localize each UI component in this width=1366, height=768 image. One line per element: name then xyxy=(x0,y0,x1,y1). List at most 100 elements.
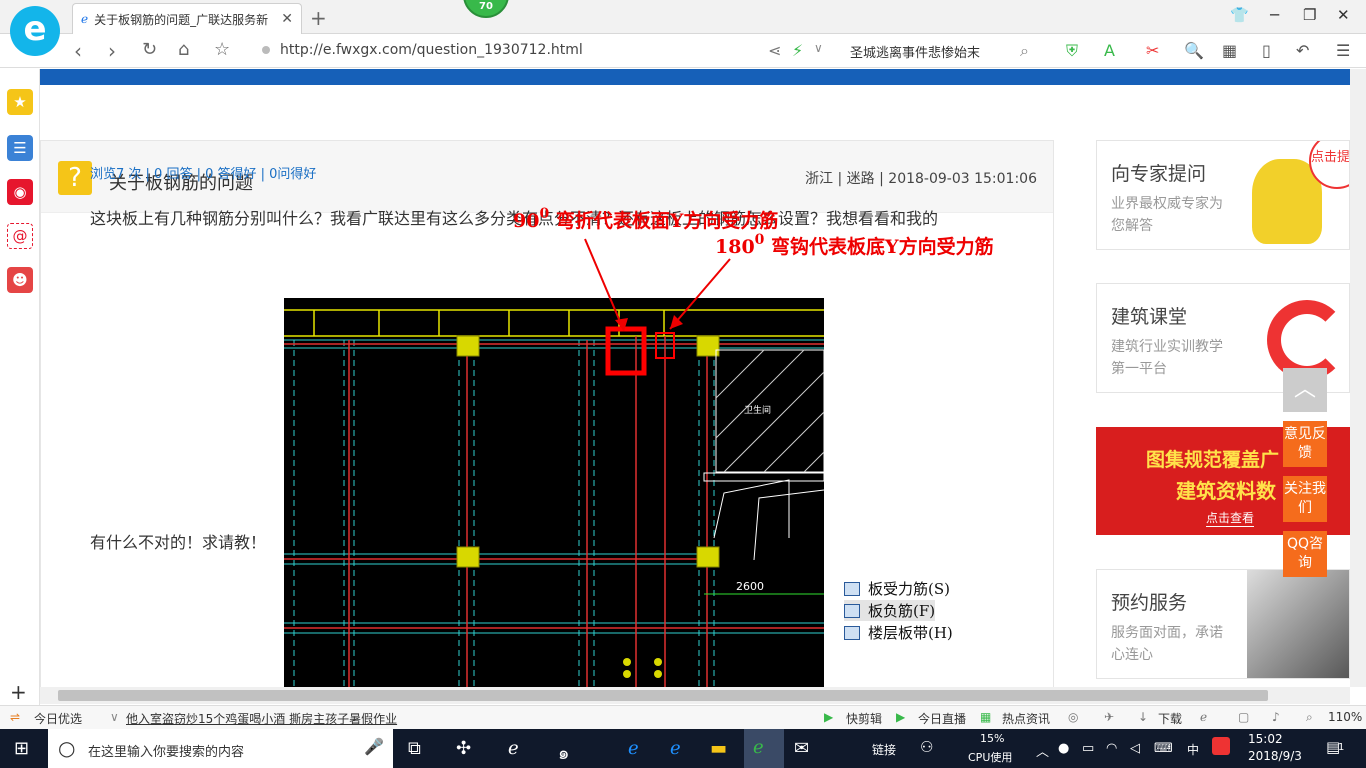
back-icon[interactable]: ‹ xyxy=(74,39,82,63)
shield-icon[interactable]: ⛨ xyxy=(1066,41,1078,61)
ie-icon: ℯ xyxy=(81,12,89,26)
wifi-icon[interactable]: ◠ xyxy=(1106,741,1117,756)
pin-icon[interactable]: ✈ xyxy=(1104,710,1114,724)
card-appointment[interactable]: 预约服务 服务面对面，承诺心连心 xyxy=(1096,569,1350,679)
refresh-icon[interactable]: ↻ xyxy=(142,39,157,60)
search-input[interactable]: 圣城逃离事件悲惨始末 xyxy=(850,42,1040,61)
weibo-icon[interactable]: ◉ xyxy=(7,179,33,205)
feedback-button[interactable]: 意见反馈 xyxy=(1283,421,1327,467)
browser-tab[interactable]: ℯ 关于板钢筋的问题_广联达服务新 ✕ xyxy=(72,3,302,34)
file-explorer-icon[interactable]: ▬ xyxy=(710,738,727,759)
add-sidebar-icon[interactable]: + xyxy=(10,680,27,704)
browser-logo-icon[interactable]: e xyxy=(10,6,60,56)
news-chevron-icon[interactable]: ∨ xyxy=(110,710,119,724)
mute-icon[interactable]: ♪ xyxy=(1272,710,1280,724)
close-window-button[interactable]: ✕ xyxy=(1337,6,1350,24)
vertical-scrollbar[interactable] xyxy=(1350,69,1366,687)
volume-icon[interactable]: ◁ xyxy=(1130,741,1140,756)
edge-icon[interactable]: ℯ xyxy=(628,738,639,759)
news-ticker[interactable]: 他入室盗窃炒15个鸡蛋喝小酒 撕房主孩子暑假作业 xyxy=(126,710,397,727)
cpu-percent: 15% xyxy=(980,732,1005,745)
score-badge[interactable]: 70 xyxy=(463,0,509,18)
share-icon[interactable]: ⋖ xyxy=(768,41,781,60)
sogou-icon[interactable] xyxy=(1212,737,1230,755)
translate-icon[interactable]: A xyxy=(1104,41,1115,60)
shirt-icon[interactable]: 👕 xyxy=(1230,6,1249,24)
qq-consult-button[interactable]: QQ咨询 xyxy=(1283,531,1327,577)
news-icon[interactable]: ☰ xyxy=(7,135,33,161)
people-icon[interactable]: ⚇ xyxy=(920,738,933,756)
internet-explorer-icon[interactable]: ℯ xyxy=(670,738,681,759)
home-icon[interactable]: ⌂ xyxy=(178,39,189,60)
taskbar-search-box[interactable]: ○ 在这里输入你要搜索的内容 🎤 xyxy=(48,729,393,768)
new-tab-button[interactable]: + xyxy=(310,6,327,30)
active-browser-task[interactable]: ℯ xyxy=(744,729,784,768)
game-icon[interactable]: ☻ xyxy=(7,267,33,293)
legend-item-floor-band[interactable]: 楼层板带(H) xyxy=(844,622,953,643)
favorite-star-icon[interactable]: ☆ xyxy=(214,39,230,60)
speed-icon[interactable]: ◎ xyxy=(1068,710,1078,724)
tray-expand-icon[interactable]: ︿ xyxy=(1036,741,1049,760)
restore-button[interactable]: ❐ xyxy=(1303,6,1316,24)
legend-item-slab-negative[interactable]: 板负筋(F) xyxy=(844,600,936,621)
hot-news-link[interactable]: 热点资讯 xyxy=(1002,710,1050,727)
handshake-image xyxy=(1247,570,1349,678)
clock-date[interactable]: 2018/9/3 xyxy=(1248,749,1302,763)
horizontal-scrollbar[interactable] xyxy=(40,687,1350,704)
banner-cta[interactable]: 点击查看 xyxy=(1206,509,1255,527)
reader-icon[interactable]: ▯ xyxy=(1262,41,1271,60)
favorites-icon[interactable]: ★ xyxy=(7,89,33,115)
search-icon[interactable]: ⌕ xyxy=(1020,41,1029,61)
mail-icon[interactable]: @ xyxy=(7,223,33,249)
card-ask-expert[interactable]: 向专家提问 业界最权威专家为您解答 点击提问 xyxy=(1096,140,1350,250)
microphone-icon[interactable]: 🎤 xyxy=(364,737,384,756)
tab-title: 关于板钢筋的问题_广联达服务新 xyxy=(94,12,269,27)
quick-cut-link[interactable]: 快剪辑 xyxy=(846,710,882,727)
ie-mode-icon[interactable]: ℯ xyxy=(1200,710,1207,724)
scroll-to-top-button[interactable]: ︿ xyxy=(1283,368,1327,412)
edge-legacy-icon[interactable]: ℯ xyxy=(508,738,519,759)
horizontal-scroll-thumb[interactable] xyxy=(58,690,1268,701)
notification-count: 1 xyxy=(1338,742,1345,753)
undo-icon[interactable]: ↶ xyxy=(1296,41,1309,60)
menu-icon[interactable]: ☰ xyxy=(1336,41,1350,60)
apps-grid-icon[interactable]: ▦ xyxy=(1222,41,1237,60)
battery-icon[interactable]: ▭ xyxy=(1082,741,1094,756)
tray-app-icon[interactable]: ● xyxy=(1058,741,1069,756)
forward-icon[interactable]: › xyxy=(108,39,116,63)
scissors-icon[interactable]: ✂ xyxy=(1146,41,1159,60)
app-swirl-icon[interactable]: ๑ xyxy=(558,738,569,767)
card-subtitle: 业界最权威专家为您解答 xyxy=(1111,196,1223,234)
banner-subtitle: 建筑资料数 xyxy=(1176,479,1276,503)
browser-status-bar: ⇌ 今日优选 ∨ 他入室盗窃炒15个鸡蛋喝小酒 撕房主孩子暑假作业 ▶ 快剪辑 … xyxy=(0,705,1366,729)
keyboard-icon[interactable]: ⌨ xyxy=(1154,741,1173,756)
url-text: http://e.fwxgx.com/question_1930712.html xyxy=(280,42,583,58)
follow-us-button[interactable]: 关注我们 xyxy=(1283,476,1327,522)
today-pick-label[interactable]: 今日优选 xyxy=(34,710,82,727)
minimize-button[interactable]: ─ xyxy=(1270,6,1279,24)
zoom-level[interactable]: 110% xyxy=(1328,710,1362,724)
url-field[interactable]: http://e.fwxgx.com/question_1930712.html xyxy=(262,42,583,58)
window-icon[interactable]: ▢ xyxy=(1238,710,1249,724)
taskbar-search-placeholder: 在这里输入你要搜索的内容 xyxy=(88,745,245,760)
banner-title: 图集规范覆盖广 xyxy=(1146,449,1280,471)
live-link[interactable]: 今日直播 xyxy=(918,710,966,727)
ime-indicator[interactable]: 中 xyxy=(1187,741,1199,758)
legend-item-slab-main[interactable]: 板受力筋(S) xyxy=(844,578,950,599)
task-view-icon[interactable]: ⧉ xyxy=(408,738,421,759)
windows-start-icon[interactable]: ⊞ xyxy=(14,738,29,759)
room-label: 卫生间 xyxy=(744,404,771,416)
card-title: 建筑课堂 xyxy=(1111,306,1188,328)
download-link[interactable]: 下载 xyxy=(1158,710,1182,727)
taskbar-link-label[interactable]: 链接 xyxy=(872,741,896,758)
today-pick-icon: ⇌ xyxy=(10,710,21,724)
chevron-down-icon[interactable]: ∨ xyxy=(814,41,823,55)
lightning-icon[interactable]: ⚡ xyxy=(792,41,803,60)
close-tab-icon[interactable]: ✕ xyxy=(281,11,293,27)
fan-app-icon[interactable]: ✣ xyxy=(456,738,471,759)
rebar-legend: 板受力筋(S) 板负筋(F) 楼层板带(H) xyxy=(824,574,994,644)
hot-news-icon: ▦ xyxy=(980,710,992,724)
magnifier-icon[interactable]: 🔍 xyxy=(1184,41,1204,60)
mail-taskbar-icon[interactable]: ✉ xyxy=(794,738,809,759)
clock-time[interactable]: 15:02 xyxy=(1248,732,1283,746)
